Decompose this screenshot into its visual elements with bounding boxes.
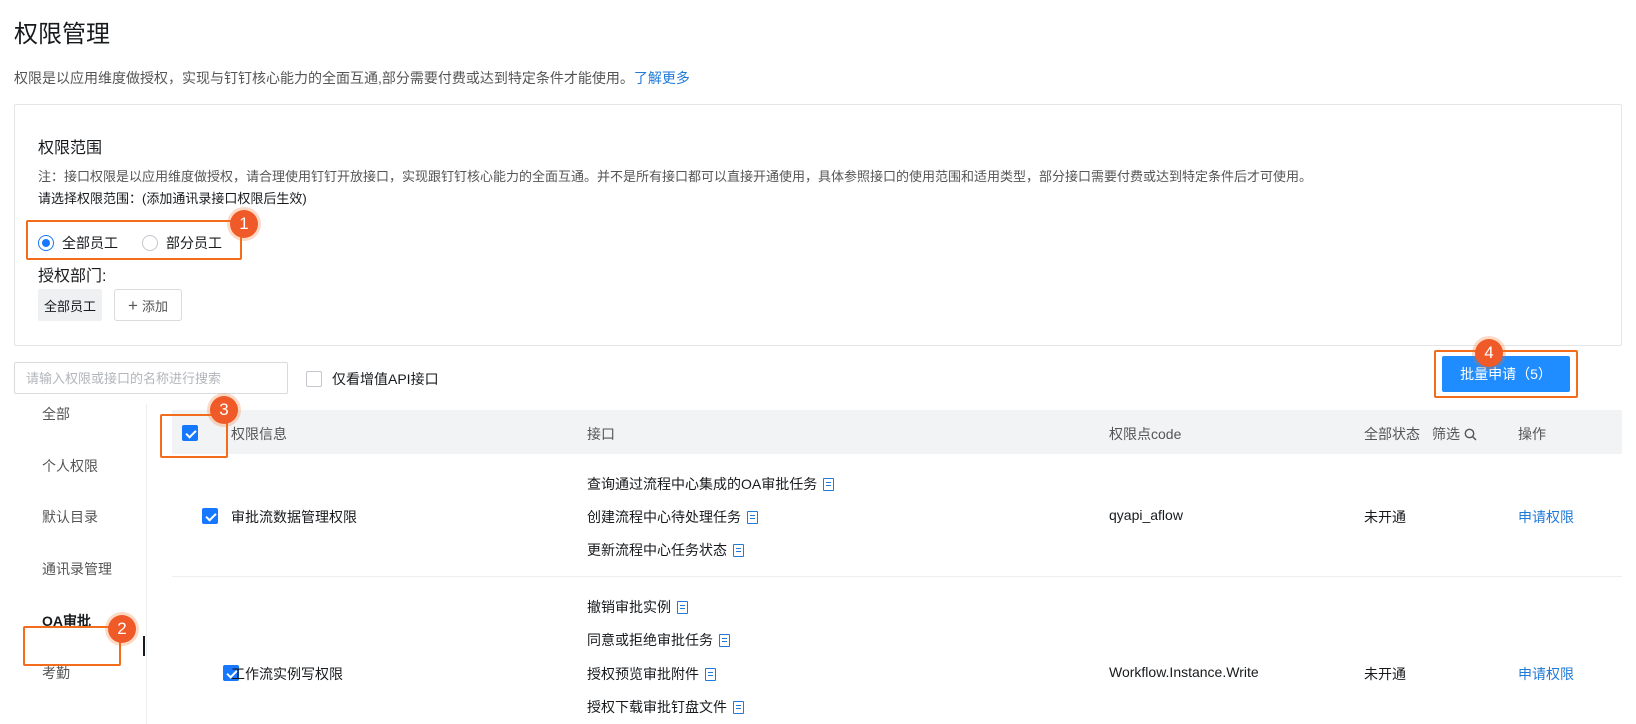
column-header-status[interactable]: 全部状态 — [1364, 424, 1420, 444]
apply-permission-link[interactable]: 申请权限 — [1518, 507, 1574, 527]
document-icon — [705, 667, 716, 681]
search-icon — [1464, 428, 1477, 441]
api-link[interactable]: 撤销审批实例 — [587, 597, 688, 617]
plus-icon: + — [128, 295, 138, 315]
search-input[interactable] — [14, 362, 288, 394]
annotation-badge-4: 4 — [1475, 339, 1503, 367]
permission-name: 审批流数据管理权限 — [231, 509, 357, 525]
add-label: 添加 — [141, 298, 168, 314]
sidebar-divider — [146, 404, 147, 724]
api-link[interactable]: 查询通过流程中心集成的OA审批任务 — [587, 474, 835, 494]
column-header-action: 操作 — [1518, 426, 1546, 442]
status-text: 未开通 — [1364, 509, 1406, 525]
page-title: 权限管理 — [14, 21, 110, 48]
dept-label: 授权部门: — [38, 268, 107, 285]
row-divider — [172, 576, 1622, 577]
column-filter[interactable]: 筛选 — [1432, 424, 1477, 444]
annotation-badge-2: 2 — [108, 615, 136, 643]
document-icon — [747, 510, 758, 524]
column-header-api: 接口 — [587, 426, 615, 442]
document-icon — [733, 543, 744, 557]
value-added-label: 仅看增值API接口 — [332, 371, 439, 387]
column-header-code: 权限点code — [1109, 426, 1182, 442]
annotation-box-scope — [26, 220, 242, 260]
api-link[interactable]: 创建流程中心待处理任务 — [587, 507, 758, 527]
column-header-info: 权限信息 — [231, 426, 287, 442]
annotation-badge-3: 3 — [210, 396, 238, 424]
scope-note: 注：接口权限是以应用维度做授权，请合理使用钉钉开放接口，实现跟钉钉核心能力的全面… — [38, 169, 1313, 184]
api-link[interactable]: 同意或拒绝审批任务 — [587, 630, 730, 650]
dept-tag: 全部员工 — [38, 289, 102, 321]
annotation-box-batch — [1434, 350, 1578, 398]
api-link[interactable]: 授权预览审批附件 — [587, 664, 716, 684]
sidebar-item-attendance[interactable]: 考勤 — [42, 663, 70, 683]
annotation-box-oa — [23, 626, 121, 666]
status-text: 未开通 — [1364, 666, 1406, 682]
checkbox-icon — [306, 371, 322, 387]
sidebar-item-default-dir[interactable]: 默认目录 — [42, 507, 98, 527]
scope-title: 权限范围 — [38, 140, 103, 157]
row-checkbox[interactable] — [202, 508, 219, 524]
annotation-badge-1: 1 — [230, 210, 258, 238]
permission-name: 工作流实例写权限 — [231, 666, 343, 682]
api-link[interactable]: 授权下载审批钉盘文件 — [587, 697, 744, 717]
page-description: 权限是以应用维度做授权，实现与钉钉核心能力的全面互通,部分需要付费或达到特定条件… — [14, 70, 690, 86]
sidebar-item-all[interactable]: 全部 — [42, 404, 70, 424]
learn-more-link[interactable]: 了解更多 — [634, 70, 690, 86]
filter-label: 筛选 — [1432, 426, 1460, 442]
document-icon — [677, 600, 688, 614]
apply-permission-link[interactable]: 申请权限 — [1518, 664, 1574, 684]
api-link[interactable]: 更新流程中心任务状态 — [587, 540, 744, 560]
document-icon — [823, 477, 835, 491]
permission-code: qyapi_aflow — [1109, 507, 1183, 523]
sidebar-item-contacts[interactable]: 通讯录管理 — [42, 559, 112, 579]
document-icon — [719, 633, 730, 647]
sidebar-item-personal[interactable]: 个人权限 — [42, 456, 98, 476]
sidebar-active-indicator — [143, 636, 145, 656]
scope-prompt: 请选择权限范围：(添加通讯录接口权限后生效) — [38, 191, 307, 206]
add-dept-button[interactable]: + 添加 — [114, 289, 182, 321]
permission-code: Workflow.Instance.Write — [1109, 664, 1259, 680]
document-icon — [733, 700, 744, 714]
value-added-filter-checkbox[interactable]: 仅看增值API接口 — [306, 369, 439, 389]
